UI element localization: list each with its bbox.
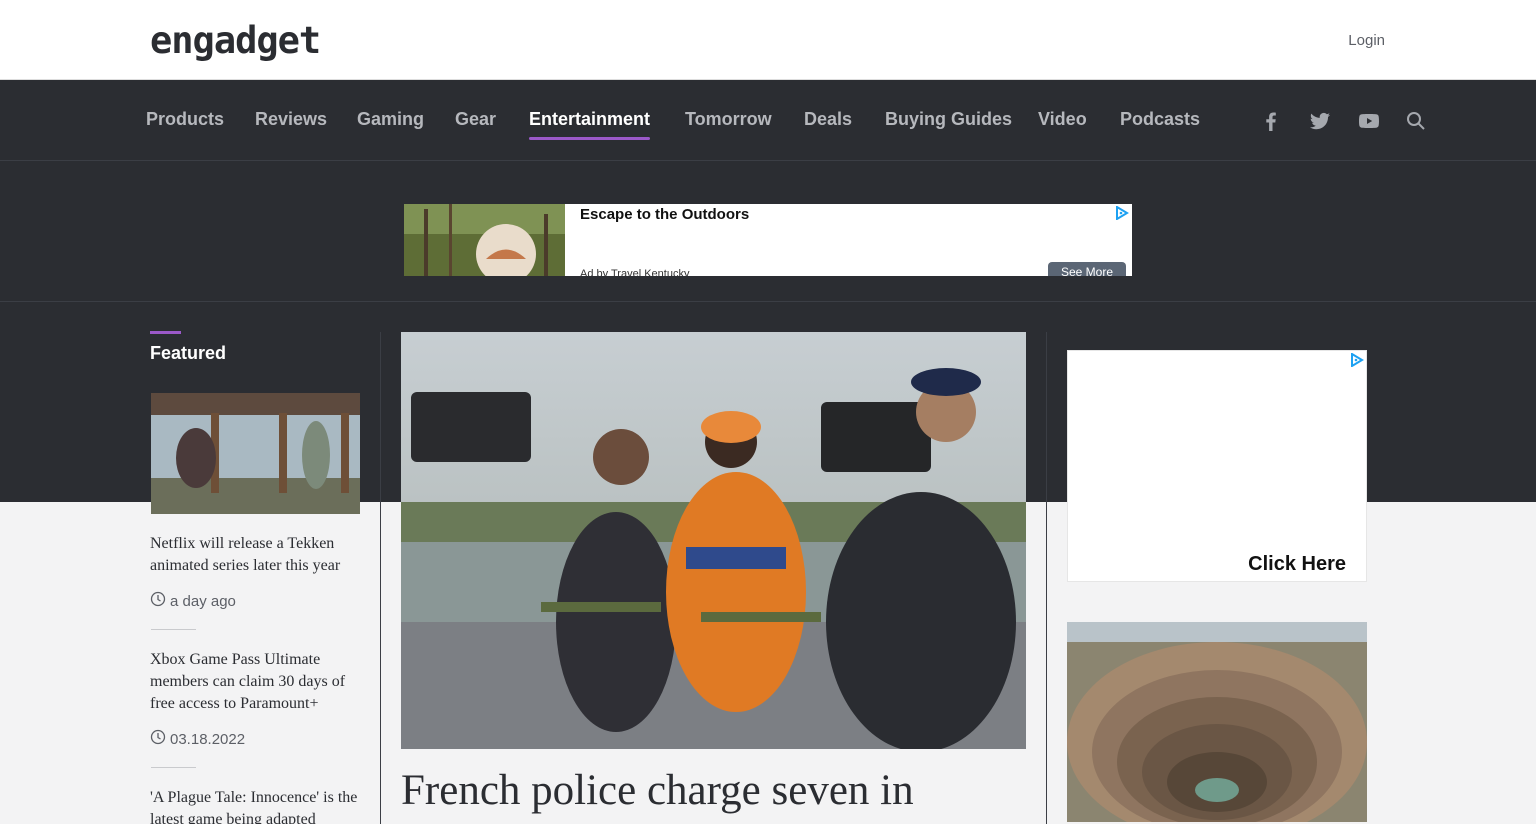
ad-see-more-button[interactable]: See More xyxy=(1048,262,1126,276)
sidebar-ad-image[interactable] xyxy=(1067,622,1367,822)
engadget-logo[interactable]: engadget xyxy=(150,22,321,60)
time-text: 03.18.2022 xyxy=(170,730,246,748)
nav-item-podcasts[interactable]: Podcasts xyxy=(1120,108,1200,130)
youtube-icon[interactable] xyxy=(1357,109,1381,133)
sidebar-ad[interactable]: Click Here xyxy=(1067,350,1367,582)
featured-title-1[interactable]: Netflix will release a Tekken animated s… xyxy=(150,533,362,577)
nav-item-buying-guides[interactable]: Buying Guides xyxy=(885,108,1012,130)
featured-time-2: 03.18.2022 xyxy=(150,729,245,749)
nav-item-gaming[interactable]: Gaming xyxy=(357,108,424,130)
time-text: a day ago xyxy=(170,592,236,610)
facebook-icon[interactable] xyxy=(1259,109,1283,133)
clock-icon xyxy=(150,591,166,611)
nav-item-entertainment[interactable]: Entertainment xyxy=(529,108,651,140)
main-nav: Products Reviews Gaming Gear Entertainme… xyxy=(0,80,1536,161)
featured-thumbnail[interactable] xyxy=(151,393,360,514)
nav-item-reviews[interactable]: Reviews xyxy=(255,108,327,130)
ad-title[interactable]: Escape to the Outdoors xyxy=(580,206,749,223)
adchoices-icon[interactable] xyxy=(1115,205,1129,221)
nav-item-products[interactable]: Products xyxy=(146,108,224,130)
twitter-icon[interactable] xyxy=(1308,109,1332,133)
featured-time-1: a day ago xyxy=(150,591,236,611)
nav-item-tomorrow[interactable]: Tomorrow xyxy=(685,108,772,130)
ad-click-here[interactable]: Click Here xyxy=(1248,553,1346,576)
nav-item-video[interactable]: Video xyxy=(1038,108,1087,130)
search-icon[interactable] xyxy=(1404,109,1428,133)
featured-accent xyxy=(150,331,181,334)
featured-separator xyxy=(151,629,196,630)
featured-title-2[interactable]: Xbox Game Pass Ultimate members can clai… xyxy=(150,649,362,715)
adchoices-icon[interactable] xyxy=(1350,352,1364,368)
featured-heading: Featured xyxy=(150,343,227,363)
hero-image[interactable] xyxy=(401,332,1026,749)
column-divider xyxy=(380,332,381,824)
clock-icon xyxy=(150,729,166,749)
article-headline[interactable]: French police charge seven in xyxy=(401,766,1041,816)
site-header: engadget Login xyxy=(0,0,1536,80)
column-divider xyxy=(1046,332,1047,824)
top-banner-ad[interactable]: Escape to the Outdoors Ad by Travel Kent… xyxy=(404,204,1132,276)
nav-item-gear[interactable]: Gear xyxy=(455,108,496,130)
featured-title-3[interactable]: 'A Plague Tale: Innocence' is the latest… xyxy=(150,787,362,824)
login-link[interactable]: Login xyxy=(1348,32,1385,49)
ad-image[interactable] xyxy=(404,204,565,276)
featured-separator xyxy=(151,767,196,768)
ad-advertiser: Ad by Travel Kentucky xyxy=(580,268,690,276)
nav-item-deals[interactable]: Deals xyxy=(804,108,852,130)
divider xyxy=(0,301,1536,302)
